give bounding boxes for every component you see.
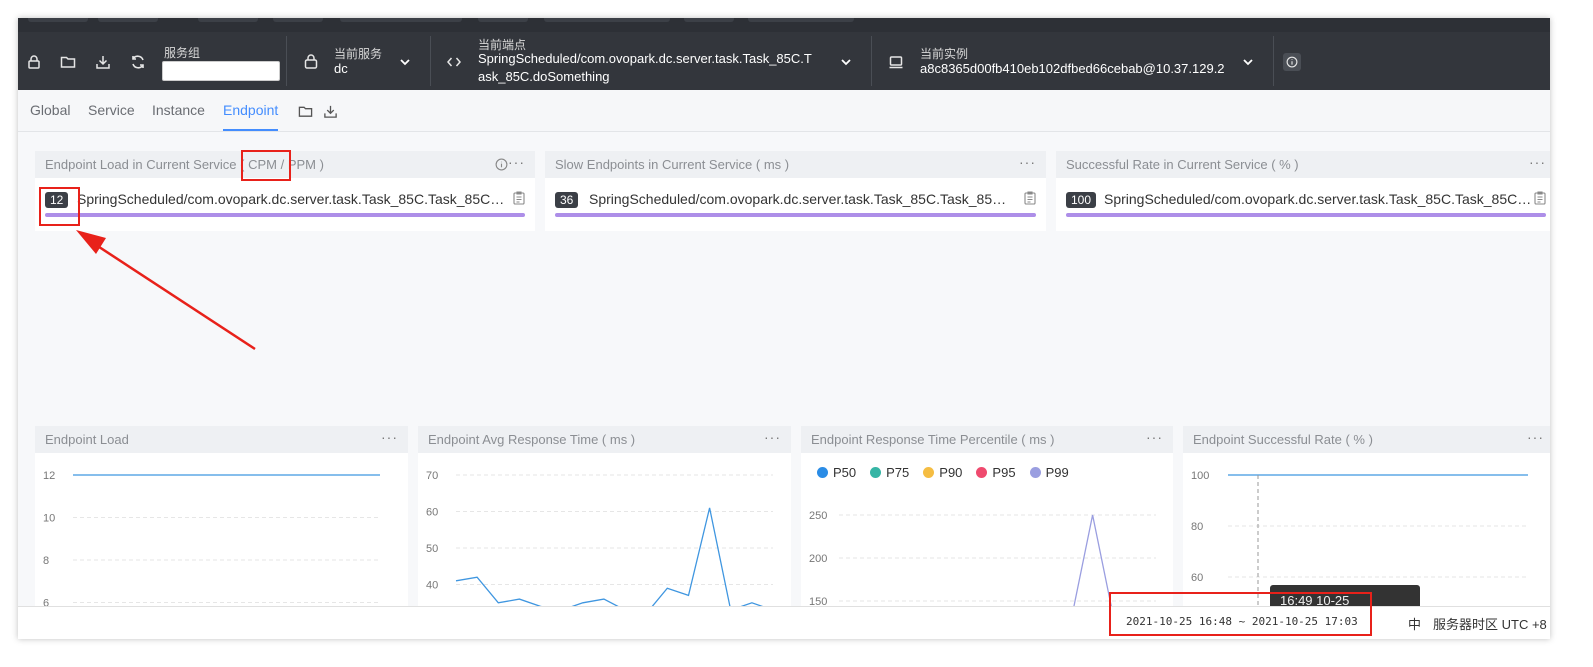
info-icon[interactable] xyxy=(495,158,508,171)
divider xyxy=(871,36,872,86)
more-menu-icon[interactable]: ··· xyxy=(1146,429,1163,445)
value-badge: 100 xyxy=(1066,192,1097,208)
instance-icon xyxy=(888,54,904,70)
panel-title: Endpoint Response Time Percentile ( ms ) xyxy=(811,432,1055,447)
copy-icon[interactable] xyxy=(1024,191,1036,205)
divider xyxy=(430,36,431,86)
y-tick-label: 50 xyxy=(426,543,438,555)
chevron-down-icon[interactable] xyxy=(399,56,411,68)
panel-header: Endpoint Load ··· xyxy=(35,426,408,453)
y-tick-label: 60 xyxy=(426,507,438,519)
value-badge: 36 xyxy=(555,192,579,208)
code-icon xyxy=(446,54,462,70)
annotation-box xyxy=(1109,592,1372,636)
y-tick-label: 8 xyxy=(43,555,49,567)
panel-slow-endpoints: Slow Endpoints in Current Service ( ms )… xyxy=(545,151,1046,231)
panel-header: Endpoint Response Time Percentile ( ms )… xyxy=(801,426,1173,453)
download-icon[interactable] xyxy=(323,104,338,119)
server-timezone: 服务器时区 UTC +8 xyxy=(1433,617,1547,632)
panel-endpoint-avg-response-time: Endpoint Avg Response Time ( ms ) ··· 70… xyxy=(418,426,791,606)
progress-bar xyxy=(555,213,1036,217)
chart-endpoint-response-percentile: 250 200 150 xyxy=(809,510,1156,606)
y-tick-label: 70 xyxy=(426,470,438,482)
more-menu-icon[interactable]: ··· xyxy=(1529,154,1546,170)
y-tick-label: 40 xyxy=(426,580,438,592)
y-tick-label: 60 xyxy=(1191,572,1203,584)
chevron-down-icon[interactable] xyxy=(840,56,852,68)
divider xyxy=(1273,36,1274,86)
panel-endpoint-response-percentile: Endpoint Response Time Percentile ( ms )… xyxy=(801,426,1173,606)
chevron-down-icon[interactable] xyxy=(1242,56,1254,68)
more-menu-icon[interactable]: ··· xyxy=(508,154,525,170)
y-tick-label: 200 xyxy=(809,553,827,565)
panel-title: Endpoint Load xyxy=(45,432,129,447)
browser-tab[interactable] xyxy=(340,18,462,22)
panel-header: Slow Endpoints in Current Service ( ms )… xyxy=(545,151,1046,178)
browser-tab[interactable] xyxy=(684,18,734,22)
browser-tab[interactable] xyxy=(544,18,670,22)
series-line xyxy=(455,507,764,606)
y-tick-label: 150 xyxy=(809,596,827,606)
browser-tab[interactable] xyxy=(748,18,854,22)
endpoint-row[interactable]: 36 SpringScheduled/com.ovopark.dc.server… xyxy=(555,189,1036,219)
panel-successful-rate-current-service: Successful Rate in Current Service ( % )… xyxy=(1056,151,1550,231)
y-tick-label: 12 xyxy=(43,470,55,482)
more-menu-icon[interactable]: ··· xyxy=(1527,429,1544,445)
language-toggle[interactable]: 中 xyxy=(1408,614,1421,633)
panel-title: Slow Endpoints in Current Service ( ms ) xyxy=(555,157,790,172)
current-service-value[interactable]: dc xyxy=(334,60,348,78)
current-instance-value[interactable]: a8c8365d00fb410eb102dfbed66cebab@10.37.1… xyxy=(920,60,1225,78)
more-menu-icon[interactable]: ··· xyxy=(381,429,398,445)
y-tick-label: 100 xyxy=(1191,470,1209,482)
y-tick-label: 10 xyxy=(43,513,55,525)
endpoint-name[interactable]: SpringScheduled/com.ovopark.dc.server.ta… xyxy=(589,191,1015,207)
chart-endpoint-successful-rate: 100 80 60 xyxy=(1191,470,1528,606)
app-window: 服务组 当前服务 dc 当前端点 SpringScheduled/com.ovo… xyxy=(18,18,1550,639)
annotation-arrow xyxy=(76,230,256,351)
y-tick-label: 80 xyxy=(1191,521,1203,533)
panel-title: Successful Rate in Current Service ( % ) xyxy=(1066,157,1299,172)
copy-icon[interactable] xyxy=(513,191,525,205)
endpoint-name[interactable]: SpringScheduled/com.ovopark.dc.server.ta… xyxy=(1104,191,1532,207)
info-icon[interactable] xyxy=(1283,53,1301,71)
endpoint-row[interactable]: 100 SpringScheduled/com.ovopark.dc.serve… xyxy=(1066,189,1546,219)
chart-endpoint-load: 12 10 8 6 xyxy=(43,470,380,607)
current-endpoint-value-line2[interactable]: ask_85C.doSomething xyxy=(478,68,610,86)
chart-endpoint-avg-response-time: 70 60 50 40 xyxy=(426,470,773,606)
progress-bar xyxy=(1066,213,1546,217)
more-menu-icon[interactable]: ··· xyxy=(764,429,781,445)
panel-endpoint-load: Endpoint Load ··· 12 10 8 6 xyxy=(35,426,408,606)
copy-icon[interactable] xyxy=(1534,191,1546,205)
panel-title: Endpoint Avg Response Time ( ms ) xyxy=(428,432,636,447)
current-endpoint-value-line1[interactable]: SpringScheduled/com.ovopark.dc.server.ta… xyxy=(478,50,812,68)
y-tick-label: 250 xyxy=(809,510,827,522)
panel-endpoint-successful-rate: Endpoint Successful Rate ( % ) ··· 100 80… xyxy=(1183,426,1550,606)
panel-header: Successful Rate in Current Service ( % )… xyxy=(1056,151,1550,178)
panel-title: Endpoint Successful Rate ( % ) xyxy=(1193,432,1373,447)
panel-header: Endpoint Avg Response Time ( ms ) ··· xyxy=(418,426,791,453)
browser-tab[interactable] xyxy=(478,18,528,22)
y-tick-label: 6 xyxy=(43,598,49,607)
panel-header: Endpoint Successful Rate ( % ) ··· xyxy=(1183,426,1550,453)
more-menu-icon[interactable]: ··· xyxy=(1019,154,1036,170)
